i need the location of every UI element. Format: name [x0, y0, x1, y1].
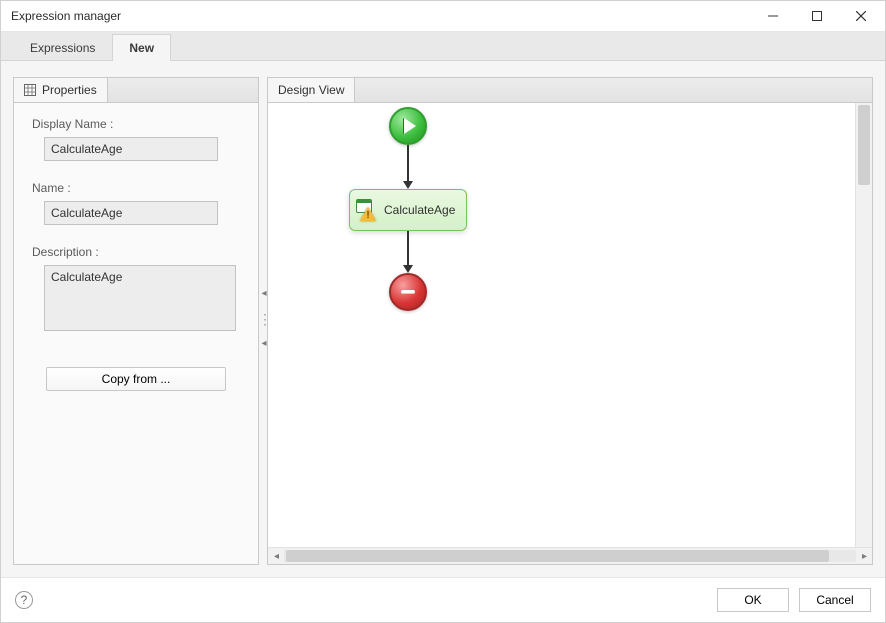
properties-panel-tabs: Properties — [14, 78, 258, 103]
properties-tab-label: Properties — [42, 83, 97, 97]
cancel-button[interactable]: Cancel — [799, 588, 871, 612]
flow-arrow-2 — [407, 231, 409, 265]
window-controls — [751, 1, 883, 31]
properties-tab[interactable]: Properties — [14, 78, 108, 102]
tab-new[interactable]: New — [112, 34, 171, 61]
design-view-tab[interactable]: Design View — [268, 78, 355, 102]
content-area: Properties Display Name : Name : Descrip… — [1, 61, 885, 577]
vertical-scroll-thumb[interactable] — [858, 105, 870, 185]
arrow-down-icon — [403, 181, 413, 189]
close-icon — [856, 11, 866, 21]
chevron-left-icon: ◂ — [261, 289, 266, 299]
horizontal-scroll-track[interactable] — [284, 550, 856, 562]
design-canvas[interactable]: CalculateAge ◂ ▸ — [268, 103, 872, 564]
horizontal-scrollbar[interactable]: ◂ ▸ — [268, 547, 872, 564]
name-label: Name : — [32, 181, 240, 195]
help-icon: ? — [21, 593, 28, 607]
horizontal-scroll-thumb[interactable] — [286, 550, 829, 562]
tab-expressions[interactable]: Expressions — [13, 34, 112, 61]
properties-body: Display Name : Name : Description : Copy… — [14, 103, 258, 564]
display-name-input[interactable] — [44, 137, 218, 161]
stop-node-icon[interactable] — [389, 273, 427, 311]
vertical-scrollbar[interactable] — [855, 103, 872, 548]
start-node-icon[interactable] — [389, 107, 427, 145]
scroll-right-button[interactable]: ▸ — [856, 550, 872, 563]
maximize-button[interactable] — [795, 1, 839, 31]
description-label: Description : — [32, 245, 240, 259]
design-panel-tabs: Design View — [268, 78, 872, 103]
name-input[interactable] — [44, 201, 218, 225]
titlebar: Expression manager — [1, 1, 885, 32]
description-textarea[interactable] — [44, 265, 236, 331]
expression-manager-dialog: Expression manager Expressions New — [0, 0, 886, 623]
window-title: Expression manager — [11, 9, 121, 23]
scroll-left-button[interactable]: ◂ — [268, 550, 284, 563]
design-panel: Design View CalculateAge — [267, 77, 873, 565]
grid-icon — [24, 84, 36, 96]
close-button[interactable] — [839, 1, 883, 31]
arrow-down-icon-2 — [403, 265, 413, 273]
minimize-button[interactable] — [751, 1, 795, 31]
minimize-icon — [768, 11, 778, 21]
calc-node-icons — [356, 199, 378, 221]
calc-node-label: CalculateAge — [384, 203, 455, 217]
help-button[interactable]: ? — [15, 591, 33, 609]
design-wrap: CalculateAge ◂ ▸ — [268, 103, 872, 564]
flow-arrow-1 — [407, 145, 409, 181]
maximize-icon — [812, 11, 822, 21]
main-tabs: Expressions New — [1, 32, 885, 61]
display-name-label: Display Name : — [32, 117, 240, 131]
properties-panel: Properties Display Name : Name : Descrip… — [13, 77, 259, 565]
ok-button[interactable]: OK — [717, 588, 789, 612]
calc-node[interactable]: CalculateAge — [349, 189, 467, 231]
chevron-left-icon-2: ◂ — [261, 339, 266, 349]
design-view-tab-label: Design View — [278, 83, 344, 97]
warning-icon — [360, 207, 376, 221]
dialog-footer: ? OK Cancel — [1, 577, 885, 622]
copy-from-button[interactable]: Copy from ... — [46, 367, 226, 391]
